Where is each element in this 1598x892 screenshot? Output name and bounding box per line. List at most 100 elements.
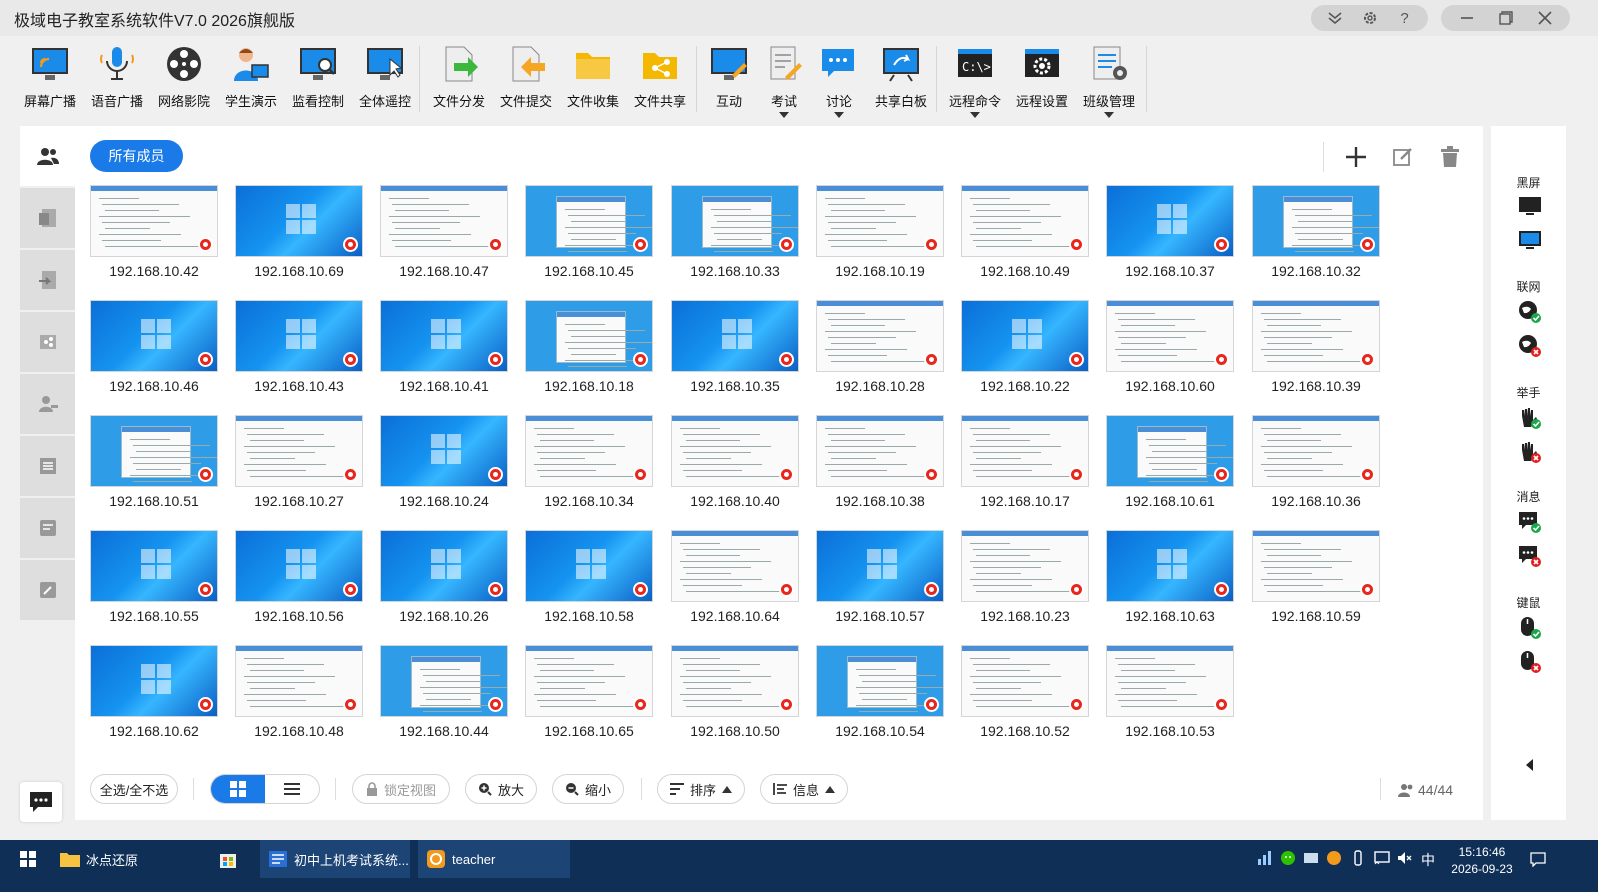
toolbar-button-7[interactable]: 文件提交 <box>491 44 561 126</box>
toolbar-button-2[interactable]: 网络影院 <box>149 44 219 126</box>
info-button[interactable]: 信息 <box>760 774 848 804</box>
members-view-tab[interactable] <box>20 126 75 186</box>
screen-thumbnail[interactable] <box>961 530 1089 602</box>
toolbar-button-12[interactable]: 讨论 <box>804 44 874 126</box>
student-card[interactable]: 192.168.10.32 <box>1252 185 1380 285</box>
screen-thumbnail[interactable] <box>525 185 653 257</box>
sidebar-share-tab[interactable] <box>20 312 75 372</box>
wechat-tray-icon[interactable] <box>1280 850 1296 866</box>
screen-thumbnail[interactable] <box>90 185 218 257</box>
student-card[interactable]: 192.168.10.58 <box>525 530 653 630</box>
toolbar-button-6[interactable]: 文件分发 <box>424 44 494 126</box>
screen-thumbnail[interactable] <box>380 185 508 257</box>
chat-button[interactable] <box>20 782 62 822</box>
student-card[interactable]: 192.168.10.42 <box>90 185 218 285</box>
student-card[interactable]: 192.168.10.39 <box>1252 300 1380 400</box>
screen-thumbnail[interactable] <box>235 530 363 602</box>
taskbar-item-exam[interactable]: 初中上机考试系统... <box>260 840 410 878</box>
screen-thumbnail[interactable] <box>1106 645 1234 717</box>
screen-thumbnail[interactable] <box>961 645 1089 717</box>
sidebar-transfer-tab[interactable] <box>20 250 75 310</box>
screen-thumbnail[interactable] <box>525 300 653 372</box>
toolbar-button-13[interactable]: 共享白板 <box>866 44 936 126</box>
collapse-panel-button[interactable] <box>1524 758 1536 772</box>
toolbar-button-4[interactable]: 监看控制 <box>283 44 353 126</box>
settings-icon[interactable] <box>1355 5 1385 31</box>
student-card[interactable]: 192.168.10.60 <box>1106 300 1234 400</box>
screen-thumbnail[interactable] <box>1252 185 1380 257</box>
student-card[interactable]: 192.168.10.34 <box>525 415 653 515</box>
screen-thumbnail[interactable] <box>235 645 363 717</box>
clock[interactable]: 15:16:46 2026-09-23 <box>1442 844 1522 878</box>
message-allow-button[interactable] <box>1518 510 1542 534</box>
edit-group-button[interactable] <box>1388 142 1418 172</box>
toolbar-button-8[interactable]: 文件收集 <box>558 44 628 126</box>
sidebar-notes-tab[interactable] <box>20 498 75 558</box>
student-card[interactable]: 192.168.10.38 <box>816 415 944 515</box>
student-card[interactable]: 192.168.10.63 <box>1106 530 1234 630</box>
screen-thumbnail[interactable] <box>525 415 653 487</box>
select-all-button[interactable]: 全选/全不选 <box>90 774 178 804</box>
student-card[interactable]: 192.168.10.36 <box>1252 415 1380 515</box>
black-screen-off-button[interactable] <box>1518 230 1542 254</box>
student-card[interactable]: 192.168.10.43 <box>235 300 363 400</box>
zoom-out-button[interactable]: 缩小 <box>552 774 624 804</box>
usb-tray-icon[interactable] <box>1350 850 1366 866</box>
start-button[interactable] <box>8 840 48 878</box>
restore-icon[interactable] <box>1491 5 1521 31</box>
screen-thumbnail[interactable] <box>525 530 653 602</box>
delete-group-button[interactable] <box>1435 142 1465 172</box>
student-card[interactable]: 192.168.10.48 <box>235 645 363 745</box>
screen-thumbnail[interactable] <box>961 415 1089 487</box>
student-card[interactable]: 192.168.10.56 <box>235 530 363 630</box>
add-group-button[interactable] <box>1341 142 1371 172</box>
toolbar-button-3[interactable]: 学生演示 <box>216 44 286 126</box>
toolbar-button-0[interactable]: 屏幕广播 <box>15 44 85 126</box>
raise-hand-allow-button[interactable] <box>1518 406 1542 430</box>
taskbar-item-store[interactable] <box>210 840 250 878</box>
keyboard-mouse-allow-button[interactable] <box>1518 616 1542 640</box>
toolbar-button-14[interactable]: C:\> 远程命令 <box>940 44 1010 126</box>
screen-thumbnail[interactable] <box>1252 300 1380 372</box>
screen-thumbnail[interactable] <box>671 300 799 372</box>
screen-thumbnail[interactable] <box>235 415 363 487</box>
screen-thumbnail[interactable] <box>1106 415 1234 487</box>
screen-thumbnail[interactable] <box>1252 530 1380 602</box>
student-card[interactable]: 192.168.10.41 <box>380 300 508 400</box>
student-card[interactable]: 192.168.10.55 <box>90 530 218 630</box>
student-card[interactable]: 192.168.10.18 <box>525 300 653 400</box>
screen-thumbnail[interactable] <box>961 300 1089 372</box>
all-members-button[interactable]: 所有成员 <box>90 140 183 172</box>
student-card[interactable]: 192.168.10.33 <box>671 185 799 285</box>
screen-thumbnail[interactable] <box>380 645 508 717</box>
screen-thumbnail[interactable] <box>1252 415 1380 487</box>
student-card[interactable]: 192.168.10.35 <box>671 300 799 400</box>
screen-thumbnail[interactable] <box>671 415 799 487</box>
network-allow-button[interactable] <box>1518 300 1542 324</box>
keyboard-mouse-block-button[interactable] <box>1518 650 1542 674</box>
student-card[interactable]: 192.168.10.17 <box>961 415 1089 515</box>
screen-thumbnail[interactable] <box>90 645 218 717</box>
screen-thumbnail[interactable] <box>90 415 218 487</box>
screen-thumbnail[interactable] <box>671 645 799 717</box>
close-icon[interactable] <box>1530 5 1560 31</box>
sidebar-edit-tab[interactable] <box>20 560 75 620</box>
student-card[interactable]: 192.168.10.40 <box>671 415 799 515</box>
student-card[interactable]: 192.168.10.69 <box>235 185 363 285</box>
student-card[interactable]: 192.168.10.37 <box>1106 185 1234 285</box>
menu-icon[interactable] <box>1320 5 1350 31</box>
taskbar-item-freeze[interactable]: 冰点还原 <box>52 840 202 878</box>
display-tray-icon[interactable] <box>1303 850 1319 866</box>
screen-thumbnail[interactable] <box>1106 185 1234 257</box>
minimize-icon[interactable] <box>1452 5 1482 31</box>
student-card[interactable]: 192.168.10.64 <box>671 530 799 630</box>
sidebar-doc-tab[interactable] <box>20 188 75 248</box>
student-card[interactable]: 192.168.10.27 <box>235 415 363 515</box>
message-block-button[interactable] <box>1518 544 1542 568</box>
student-card[interactable]: 192.168.10.45 <box>525 185 653 285</box>
screen-thumbnail[interactable] <box>380 415 508 487</box>
toolbar-button-9[interactable]: 文件共享 <box>625 44 695 126</box>
network-block-button[interactable] <box>1518 334 1542 358</box>
app-tray-icon[interactable] <box>1326 850 1342 866</box>
student-card[interactable]: 192.168.10.22 <box>961 300 1089 400</box>
